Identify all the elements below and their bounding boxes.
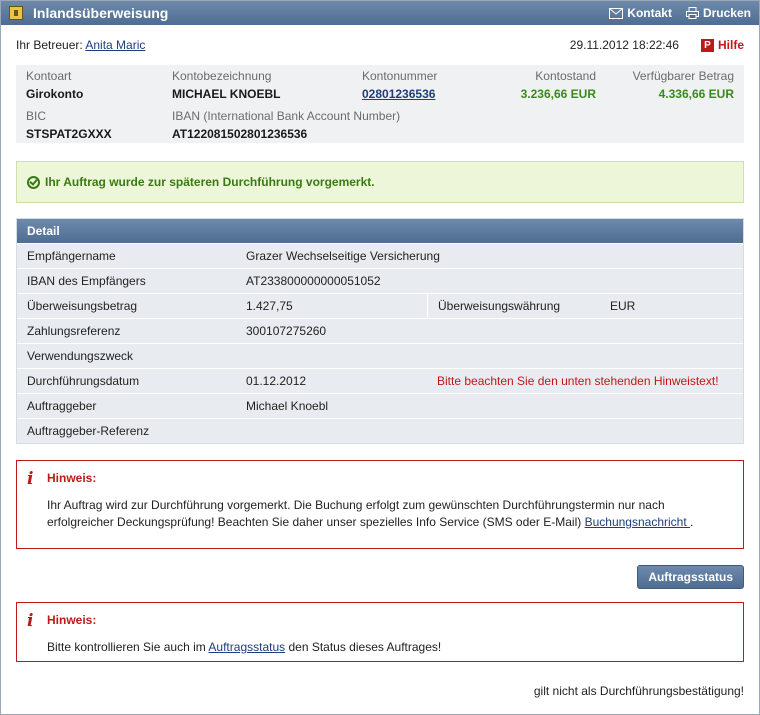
checkmark-icon — [27, 175, 40, 189]
table-row: Auftraggeber Michael Knoebl — [17, 393, 743, 418]
notice-title: Hinweis: — [47, 471, 97, 485]
account-number-label: Kontonummer — [362, 69, 438, 83]
iban-label: IBAN (International Bank Account Number) — [172, 109, 401, 123]
advisor: Ihr Betreuer: Anita Maric — [16, 38, 145, 52]
booking-notification-link[interactable]: Buchungsnachricht — [585, 515, 690, 529]
transfer-app-icon — [9, 6, 23, 20]
table-row: Empfängername Grazer Wechselseitige Vers… — [17, 243, 743, 268]
order-status-button[interactable]: Auftragsstatus — [637, 565, 744, 589]
advisor-link[interactable]: Anita Maric — [85, 38, 145, 52]
account-summary: Kontoart Girokonto Kontobezeichnung MICH… — [16, 65, 744, 143]
account-name-value: MICHAEL KNOEBL — [172, 87, 281, 101]
meta-row: Ihr Betreuer: Anita Maric 29.11.2012 18:… — [1, 25, 759, 65]
recipient-iban-value: AT233800000000051052 — [246, 274, 381, 288]
print-button[interactable]: Drucken — [685, 6, 751, 20]
notice-title: Hinweis: — [47, 613, 97, 627]
advisor-label: Ihr Betreuer: — [16, 38, 83, 52]
orderer-reference-label: Auftraggeber-Referenz — [27, 424, 150, 438]
help-label: Hilfe — [717, 38, 744, 52]
detail-table: Detail Empfängername Grazer Wechselseiti… — [16, 218, 744, 444]
page-title: Inlandsüberweisung — [33, 5, 169, 21]
orderer-value: Michael Knoebl — [246, 399, 329, 413]
recipient-label: Empfängername — [27, 249, 116, 263]
contact-label: Kontakt — [627, 6, 672, 20]
execution-date-label: Durchführungsdatum — [27, 374, 140, 388]
notice-box-booking: i Hinweis: Ihr Auftrag wird zur Durchfüh… — [16, 460, 744, 549]
table-row: Verwendungszweck — [17, 343, 743, 368]
account-number-link[interactable]: 02801236536 — [362, 87, 435, 101]
help-button[interactable]: P Hilfe — [700, 38, 744, 52]
account-type-value: Girokonto — [26, 87, 84, 101]
notice-text: Ihr Auftrag wird zur Durchführung vorgem… — [47, 498, 694, 529]
currency-label: Überweisungswährung — [438, 299, 561, 313]
printer-icon — [685, 7, 699, 19]
envelope-icon — [609, 7, 624, 19]
footer-note: gilt nicht als Durchführungsbestätigung! — [533, 684, 744, 698]
amount-value: 1.427,75 — [246, 299, 293, 313]
currency-value: EUR — [610, 299, 636, 313]
available-label: Verfügbarer Betrag — [632, 69, 734, 83]
table-row: IBAN des Empfängers AT233800000000051052 — [17, 268, 743, 293]
help-icon: P — [700, 38, 714, 52]
info-icon: i — [27, 469, 34, 489]
balance-label: Kontostand — [535, 69, 596, 83]
contact-button[interactable]: Kontakt — [609, 6, 672, 20]
success-message-box: Ihr Auftrag wurde zur späteren Durchführ… — [16, 161, 744, 203]
title-bar: Inlandsüberweisung Kontakt Drucken — [1, 1, 759, 25]
orderer-label: Auftraggeber — [27, 399, 97, 413]
table-row: Zahlungsreferenz 300107275260 — [17, 318, 743, 343]
available-value: 4.336,66 EUR — [658, 87, 734, 101]
info-icon: i — [27, 611, 34, 631]
reference-label: Zahlungsreferenz — [27, 324, 121, 338]
notice-box-status: i Hinweis: Bitte kontrollieren Sie auch … — [16, 602, 744, 662]
table-row: Auftraggeber-Referenz — [17, 418, 743, 443]
purpose-label: Verwendungszweck — [27, 349, 134, 363]
success-message: Ihr Auftrag wurde zur späteren Durchführ… — [45, 175, 375, 189]
bic-value: STSPAT2GXXX — [26, 127, 112, 141]
reference-value: 300107275260 — [246, 324, 327, 338]
transfer-window: Inlandsüberweisung Kontakt Drucken Ihr B… — [0, 0, 760, 715]
order-status-link[interactable]: Auftragsstatus — [208, 640, 285, 654]
amount-label: Überweisungsbetrag — [27, 299, 138, 313]
account-type-label: Kontoart — [26, 69, 72, 83]
execution-date-value: 01.12.2012 — [246, 374, 307, 388]
timestamp: 29.11.2012 18:22:46 — [569, 38, 679, 52]
notice-text: Bitte kontrollieren Sie auch im Auftrags… — [47, 640, 442, 654]
recipient-iban-label: IBAN des Empfängers — [27, 274, 146, 288]
table-row: Durchführungsdatum 01.12.2012 Bitte beac… — [17, 368, 743, 393]
print-label: Drucken — [702, 6, 751, 20]
detail-header: Detail — [17, 219, 743, 243]
table-row: Überweisungsbetrag 1.427,75 Überweisungs… — [17, 293, 743, 319]
bic-label: BIC — [26, 109, 47, 123]
balance-value: 3.236,66 EUR — [520, 87, 596, 101]
execution-date-hint: Bitte beachten Sie den unten stehenden H… — [437, 374, 719, 388]
account-name-label: Kontobezeichnung — [172, 69, 272, 83]
iban-value: AT122081502801236536 — [172, 127, 308, 141]
recipient-value: Grazer Wechselseitige Versicherung — [246, 249, 440, 263]
